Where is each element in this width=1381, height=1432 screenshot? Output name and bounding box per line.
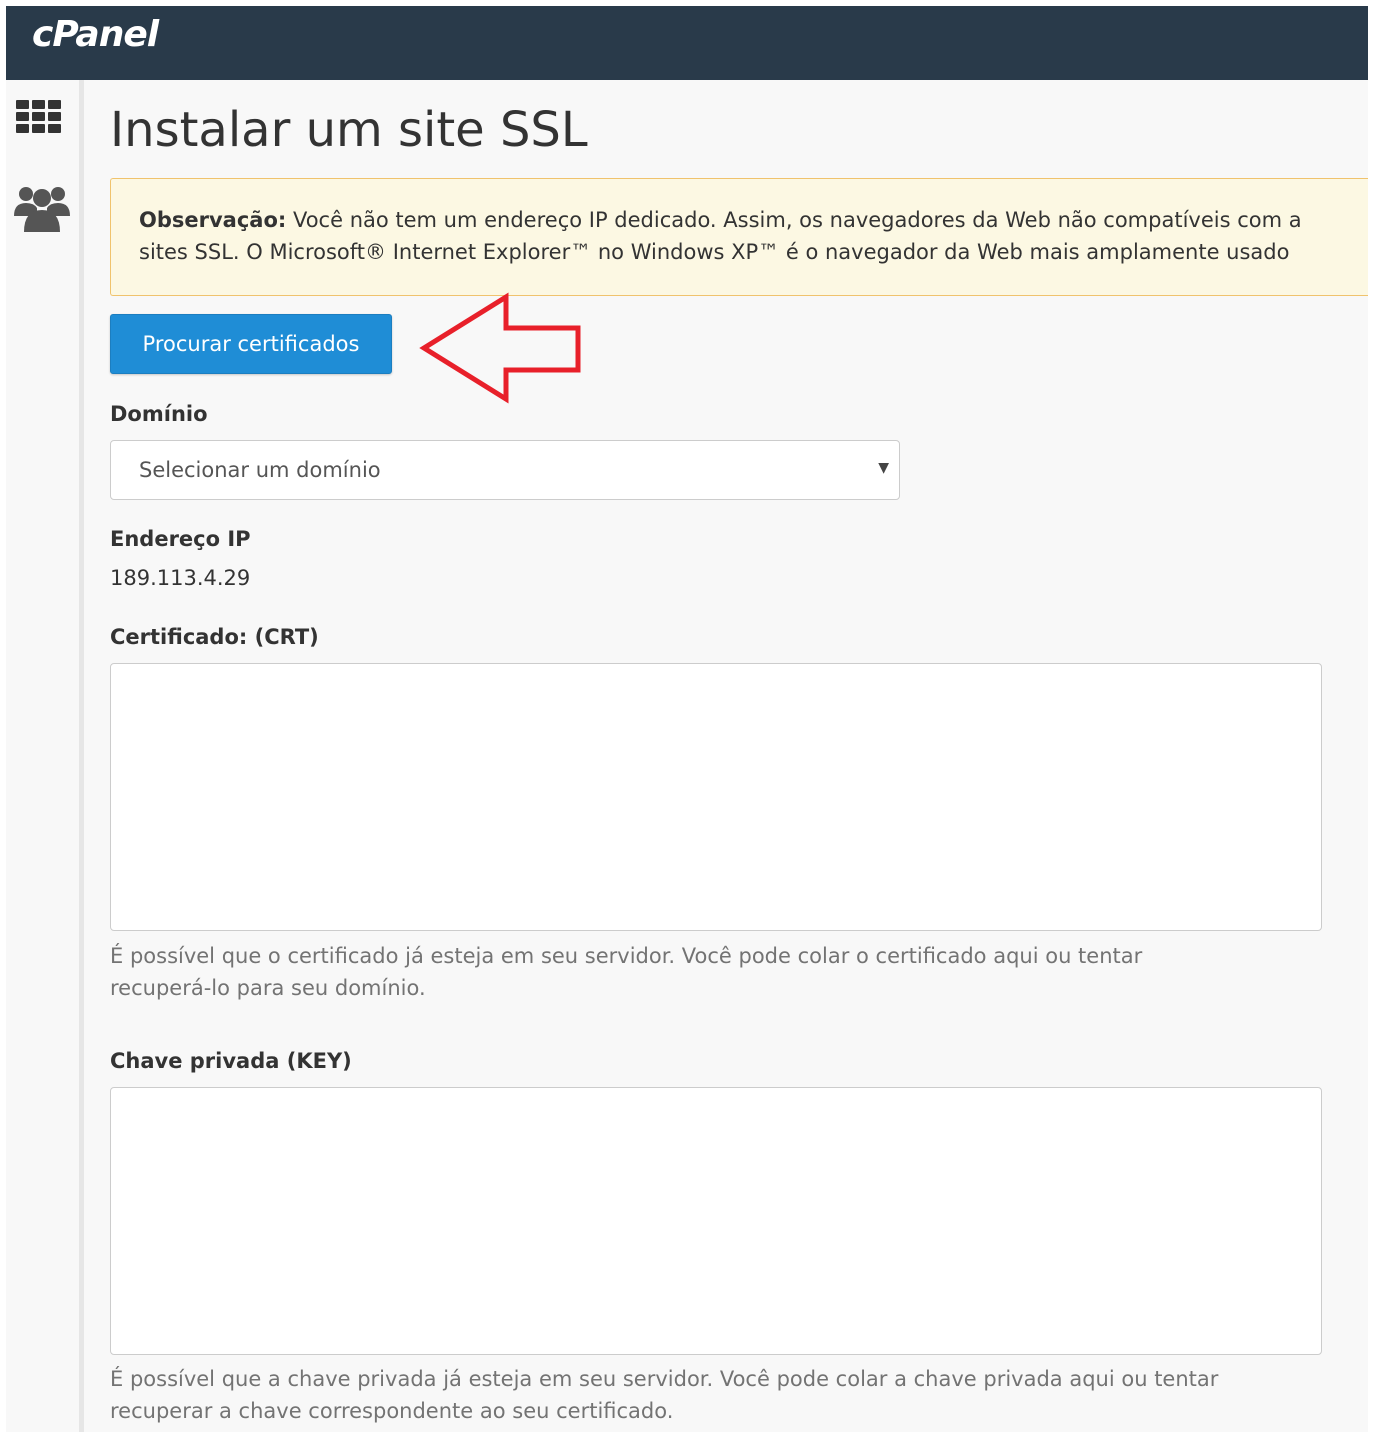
page-title: Instalar um site SSL xyxy=(110,102,588,158)
private-key-help-line-2: recuperar a chave correspondente ao seu … xyxy=(110,1399,674,1423)
alert-text: Observação: Você não tem um endereço IP … xyxy=(139,204,1368,268)
top-bar: cPanel xyxy=(6,6,1368,80)
red-arrow-annotation xyxy=(419,292,581,404)
private-key-textarea[interactable] xyxy=(110,1087,1322,1355)
certificate-label: Certificado: (CRT) xyxy=(110,625,319,649)
domain-label: Domínio xyxy=(110,402,208,426)
ip-address-value: 189.113.4.29 xyxy=(110,566,251,590)
certificate-help-line-1: É possível que o certificado já esteja e… xyxy=(110,944,1143,968)
browse-certificates-button[interactable]: Procurar certificados xyxy=(110,314,392,374)
ip-address-label: Endereço IP xyxy=(110,527,251,551)
main-content: Instalar um site SSL Observação: Você nã… xyxy=(110,80,1368,1432)
private-key-help-text: É possível que a chave privada já esteja… xyxy=(110,1363,1340,1427)
domain-select[interactable]: Selecionar um domínio ▼ xyxy=(110,440,900,500)
alert-line-1: Você não tem um endereço IP dedicado. As… xyxy=(286,208,1302,232)
certificate-help-text: É possível que o certificado já esteja e… xyxy=(110,940,1340,1004)
cpanel-window: cPanel Instalar um site SSL Observação: … xyxy=(6,6,1368,1432)
caret-down-icon: ▼ xyxy=(878,460,889,476)
warning-alert: Observação: Você não tem um endereço IP … xyxy=(110,178,1368,296)
alert-line-2: sites SSL. O Microsoft® Internet Explore… xyxy=(139,240,1290,264)
grid-icon[interactable] xyxy=(14,98,64,144)
private-key-label: Chave privada (KEY) xyxy=(110,1049,352,1073)
certificate-help-line-2: recuperá-lo para seu domínio. xyxy=(110,976,426,1000)
certificate-textarea[interactable] xyxy=(110,663,1322,931)
private-key-help-line-1: É possível que a chave privada já esteja… xyxy=(110,1367,1219,1391)
users-icon[interactable] xyxy=(14,182,70,232)
sidebar xyxy=(6,80,84,1432)
alert-label: Observação: xyxy=(139,208,287,232)
domain-select-value: Selecionar um domínio xyxy=(139,458,381,482)
cpanel-logo[interactable]: cPanel xyxy=(32,14,159,55)
